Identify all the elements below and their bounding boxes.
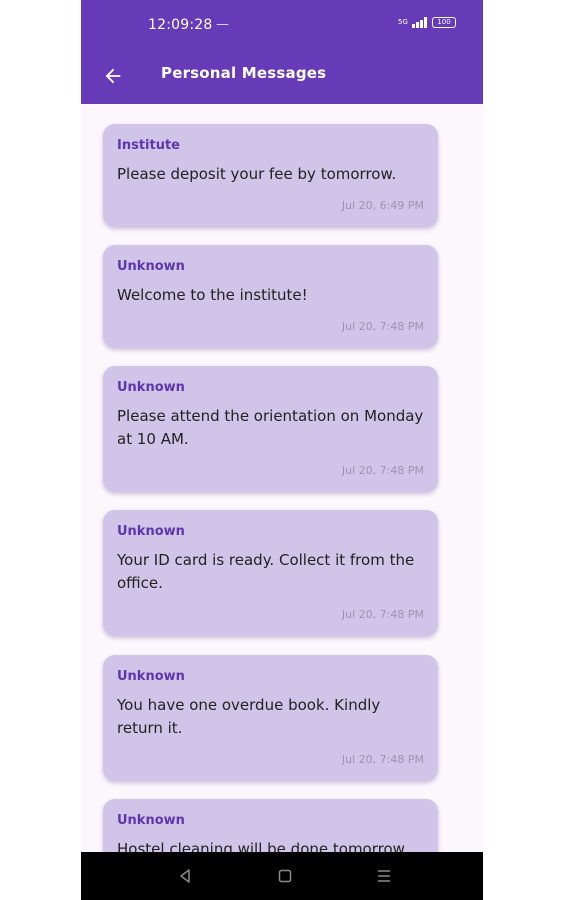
message-timestamp: Jul 20, 6:49 PM xyxy=(341,199,424,212)
message-text: Welcome to the institute! xyxy=(117,286,308,304)
message-text: Hostel cleaning will be done tomorrow xyxy=(117,840,405,852)
message-card[interactable]: Unknown Hostel cleaning will be done tom… xyxy=(103,799,438,852)
message-timestamp: Jul 20, 7:48 PM xyxy=(341,464,424,477)
message-text: Your ID card is ready. Collect it from t… xyxy=(117,551,415,592)
back-button[interactable] xyxy=(97,60,129,92)
message-sender: Unknown xyxy=(117,380,185,395)
system-nav-bar xyxy=(81,852,483,900)
message-card[interactable]: Unknown Welcome to the institute! Jul 20… xyxy=(103,245,438,348)
status-bar: 12:09:28 — 5G 100 xyxy=(81,0,483,52)
message-sender: Institute xyxy=(117,138,181,153)
signal-icon xyxy=(412,17,427,28)
toolbar: Personal Messages xyxy=(81,52,483,104)
triangle-back-icon xyxy=(180,869,190,883)
page-title: Personal Messages xyxy=(161,64,327,82)
menu-lines-icon xyxy=(378,870,390,882)
status-dash: — xyxy=(216,17,229,32)
status-time: 12:09:28 xyxy=(148,17,213,33)
message-text: You have one overdue book. Kindly return… xyxy=(117,696,381,737)
message-sender: Unknown xyxy=(117,669,185,684)
network-type-label: 5G xyxy=(398,18,408,26)
message-timestamp: Jul 20, 7:48 PM xyxy=(341,320,424,333)
nav-menu-button[interactable] xyxy=(372,864,396,888)
message-card[interactable]: Institute Please deposit your fee by tom… xyxy=(103,124,438,227)
message-text: Please deposit your fee by tomorrow. xyxy=(117,165,397,183)
message-sender: Unknown xyxy=(117,259,185,274)
message-timestamp: Jul 20, 7:48 PM xyxy=(341,753,424,766)
arrow-left-icon xyxy=(105,68,121,84)
message-card[interactable]: Unknown You have one overdue book. Kindl… xyxy=(103,655,438,781)
message-timestamp: Jul 20, 7:48 PM xyxy=(341,608,424,621)
status-icons: 5G 100 xyxy=(398,17,456,28)
battery-level: 100 xyxy=(437,18,451,26)
message-text: Please attend the orientation on Monday … xyxy=(117,407,424,448)
app-bar: 12:09:28 — 5G 100 Personal Messages xyxy=(81,0,483,104)
message-list[interactable]: Institute Please deposit your fee by tom… xyxy=(81,104,483,852)
nav-home-button[interactable] xyxy=(273,864,297,888)
message-card[interactable]: Unknown Please attend the orientation on… xyxy=(103,366,438,492)
message-card[interactable]: Unknown Your ID card is ready. Collect i… xyxy=(103,510,438,636)
battery-icon: 100 xyxy=(432,17,456,28)
phone-screen: 12:09:28 — 5G 100 Personal Messages Inst… xyxy=(81,0,483,900)
square-home-icon xyxy=(278,869,292,883)
nav-back-button[interactable] xyxy=(173,864,197,888)
message-sender: Unknown xyxy=(117,813,185,828)
message-sender: Unknown xyxy=(117,524,185,539)
